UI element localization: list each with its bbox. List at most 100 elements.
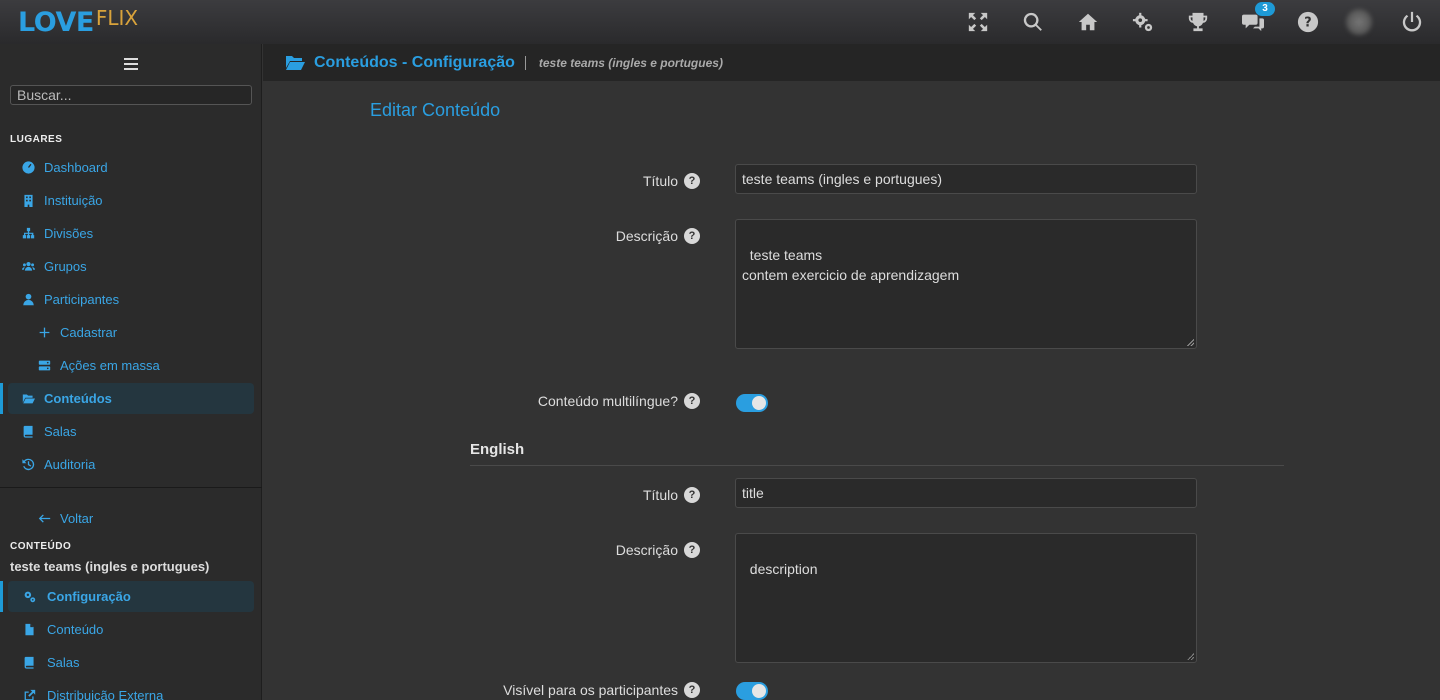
logo-primary: LOVE (18, 7, 94, 38)
descricao-text: teste teams contem exercicio de aprendiz… (742, 247, 960, 283)
top-icons: 3 ? (935, 0, 1440, 44)
logo-secondary: FLIX (95, 6, 139, 30)
sidebar-item-configuracao[interactable]: Configuração (8, 581, 254, 612)
sidebar-item-label: Auditoria (44, 457, 96, 472)
back-button[interactable]: Voltar (8, 503, 254, 534)
sidebar-item-salas[interactable]: Salas (8, 416, 254, 447)
arrow-left-icon (37, 512, 51, 526)
users-icon (21, 260, 35, 274)
resize-handle[interactable] (1187, 339, 1194, 346)
sidebar-item-label: Configuração (47, 589, 131, 604)
titulo-label-text: Título (642, 173, 678, 189)
sidebar: LUGARES Dashboard Instituição Divisões G… (0, 44, 262, 700)
descricao-label: Descrição ? (616, 228, 700, 244)
back-label: Voltar (60, 511, 94, 526)
power-icon[interactable] (1400, 10, 1424, 34)
home-icon[interactable] (1076, 10, 1100, 34)
en-descricao-textarea[interactable]: description (735, 533, 1197, 663)
descricao-label-text: Descrição (615, 228, 678, 244)
visible-toggle[interactable] (736, 682, 768, 700)
section-divider (470, 465, 1284, 466)
plus-icon (37, 326, 51, 340)
user-icon (21, 293, 35, 307)
sidebar-item-label: Dashboard (44, 160, 108, 175)
help-icon[interactable]: ? (684, 173, 700, 189)
en-titulo-input[interactable]: title (735, 478, 1197, 508)
page-title: Conteúdos - Configuração (314, 53, 515, 71)
sidebar-item-label: Divisões (44, 226, 94, 241)
help-icon[interactable]: ? (1296, 10, 1320, 34)
sidebar-item-dashboard[interactable]: Dashboard (8, 152, 254, 183)
content-name: teste teams (ingles e portugues) (10, 559, 210, 574)
fullscreen-icon[interactable] (966, 10, 990, 34)
title-separator (524, 55, 526, 70)
sidebar-item-auditoria[interactable]: Auditoria (8, 449, 254, 480)
page-subtitle: teste teams (ingles e portugues) (538, 55, 723, 70)
sidebar-item-label: Instituição (44, 193, 103, 208)
en-descricao-text: description (749, 561, 818, 577)
sidebar-item-divisoes[interactable]: Divisões (8, 218, 254, 249)
multilingual-label: Conteúdo multilíngue? ? (538, 393, 700, 409)
top-bar: LOVE FLIX 3 ? (0, 0, 1440, 44)
sidebar-item-salas-conteudo[interactable]: Salas (8, 647, 254, 678)
help-icon[interactable]: ? (684, 487, 700, 503)
content-heading: CONTEÚDO (10, 541, 72, 552)
sidebar-item-label: Cadastrar (60, 325, 118, 340)
en-descricao-label-text: Descrição (615, 542, 678, 558)
external-link-icon (22, 689, 36, 700)
book-icon (22, 656, 36, 670)
chat-icon[interactable]: 3 (1241, 2, 1275, 34)
visible-label-text: Visível para os participantes (503, 682, 678, 698)
help-icon[interactable]: ? (684, 682, 700, 698)
descricao-textarea[interactable]: teste teams contem exercicio de aprendiz… (735, 219, 1197, 349)
folder-open-icon (21, 392, 35, 406)
gears-icon (22, 590, 36, 604)
sidebar-item-instituicao[interactable]: Instituição (8, 185, 254, 216)
svg-text:?: ? (1304, 16, 1311, 31)
sidebar-divider (0, 487, 262, 488)
notification-badge: 3 (1255, 2, 1275, 16)
help-icon[interactable]: ? (684, 542, 700, 558)
avatar[interactable] (1346, 9, 1372, 35)
sidebar-item-label: Participantes (44, 292, 120, 307)
titulo-input[interactable]: teste teams (ingles e portugues) (735, 164, 1197, 194)
book-icon (21, 425, 35, 439)
history-icon (21, 458, 35, 472)
trophy-icon[interactable] (1186, 10, 1210, 34)
page-header: Conteúdos - Configuração teste teams (in… (263, 44, 1440, 81)
sidebar-item-grupos[interactable]: Grupos (8, 251, 254, 282)
active-indicator (0, 581, 3, 612)
building-icon (21, 194, 35, 208)
gears-icon[interactable] (1131, 10, 1155, 34)
sidebar-item-cadastrar[interactable]: Cadastrar (8, 317, 254, 348)
search-icon[interactable] (1021, 10, 1045, 34)
english-heading: English (470, 441, 525, 458)
help-icon[interactable]: ? (684, 393, 700, 409)
help-icon[interactable]: ? (684, 228, 700, 244)
places-heading: LUGARES (10, 134, 63, 145)
dashboard-icon (21, 161, 35, 175)
toggle-knob (752, 684, 766, 698)
sidebar-item-label: Ações em massa (60, 358, 160, 373)
resize-handle[interactable] (1187, 653, 1194, 660)
server-icon (37, 359, 51, 373)
menu-toggle-icon[interactable] (124, 58, 138, 70)
en-descricao-label: Descrição ? (616, 542, 700, 558)
sidebar-item-label: Salas (44, 424, 77, 439)
sidebar-item-conteudo[interactable]: Conteúdo (8, 614, 254, 645)
sidebar-item-conteudos[interactable]: Conteúdos (8, 383, 254, 414)
sidebar-item-acoes-em-massa[interactable]: Ações em massa (8, 350, 254, 381)
multilingual-label-text: Conteúdo multilíngue? (537, 393, 678, 409)
sidebar-item-label: Conteúdos (44, 391, 112, 406)
multilingual-toggle[interactable] (736, 394, 768, 412)
form-title: Editar Conteúdo (370, 100, 501, 120)
file-icon (22, 623, 36, 637)
sidebar-search-input[interactable] (10, 85, 252, 105)
sidebar-item-label: Salas (47, 655, 80, 670)
sidebar-item-participantes[interactable]: Participantes (8, 284, 254, 315)
app-logo[interactable]: LOVE FLIX (18, 6, 139, 38)
sidebar-item-distribuicao-externa[interactable]: Distribuição Externa (8, 680, 254, 700)
en-titulo-label: Título ? (643, 487, 700, 503)
en-titulo-label-text: Título (642, 487, 678, 503)
folder-open-icon (285, 55, 305, 71)
